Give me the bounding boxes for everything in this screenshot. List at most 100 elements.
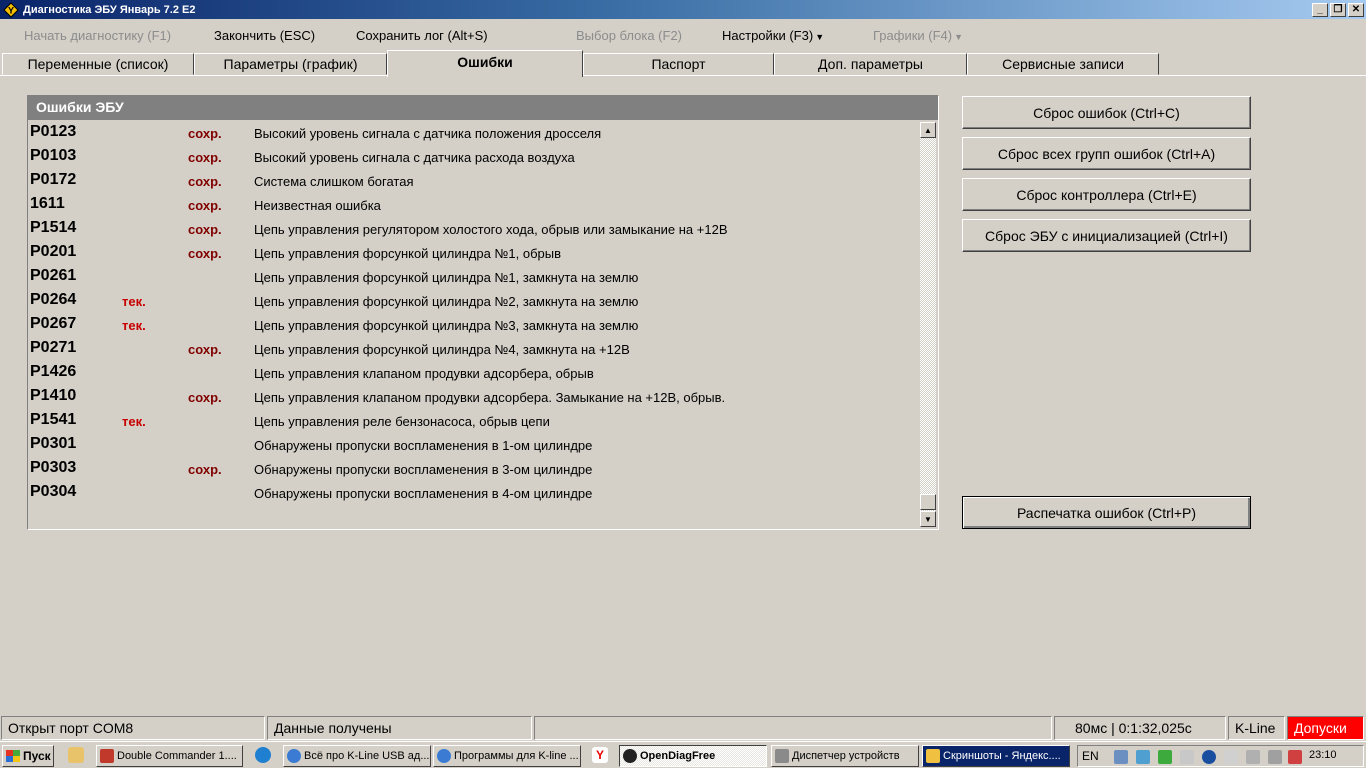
window-title: Диагностика ЭБУ Январь 7.2 E2: [23, 3, 196, 16]
error-row[interactable]: P1541 тек. Цепь управления реле бензонасос…: [28, 408, 919, 432]
language-indicator[interactable]: EN: [1082, 749, 1099, 763]
ecu-errors-panel: Ошибки ЭБУ P0123 сохр. Высокий уровень сиг…: [27, 95, 939, 530]
error-current-flag: тек.: [122, 318, 146, 333]
yandex-icon[interactable]: Y: [592, 747, 608, 763]
error-code: P0301: [30, 435, 77, 452]
error-row[interactable]: P1426 Цепь управления клапаном продувки а…: [28, 360, 919, 384]
task-kline-programs[interactable]: Программы для K-line ...: [433, 745, 581, 767]
security-alert-icon[interactable]: [1288, 750, 1302, 764]
task-opendiagfree[interactable]: OpenDiagFree: [619, 745, 767, 767]
reset-all-groups-button[interactable]: Сброс всех групп ошибок (Ctrl+A): [962, 137, 1251, 170]
tab-extra-parameters[interactable]: Доп. параметры: [774, 53, 967, 75]
status-empty: [534, 716, 1052, 740]
minimize-button[interactable]: _: [1312, 2, 1328, 17]
error-description: Цепь управления реле бензонасоса, обрыв …: [254, 414, 550, 429]
edge-icon[interactable]: [255, 747, 271, 763]
error-current-flag: тек.: [122, 294, 146, 309]
error-code: P1514: [30, 219, 77, 236]
error-code: P1541: [30, 411, 77, 428]
error-row[interactable]: P1514 сохр. Цепь управления регулятором хо…: [28, 216, 919, 240]
error-row[interactable]: 1611 сохр. Неизвестная ошибка: [28, 192, 919, 216]
task-label: Программы для K-line ...: [454, 750, 579, 762]
reset-controller-button[interactable]: Сброс контроллера (Ctrl+E): [962, 178, 1251, 211]
status-tolerances-badge[interactable]: Допуски: [1287, 716, 1364, 740]
select-block-button[interactable]: Выбор блока (F2): [576, 28, 682, 43]
task-label: Диспетчер устройств: [792, 750, 900, 762]
start-button[interactable]: Пуск: [2, 745, 54, 767]
caret-down-icon: ▼: [815, 32, 825, 42]
task-kline-usb[interactable]: Всё про K-Line USB ад...: [283, 745, 431, 767]
error-saved-flag: сохр.: [188, 390, 222, 405]
error-row[interactable]: P0172 сохр. Система слишком богатая: [28, 168, 919, 192]
settings-menu[interactable]: Настройки (F3) ▼: [722, 28, 824, 43]
error-description: Цепь управления клапаном продувки адсорб…: [254, 390, 726, 405]
clock: 23:10: [1309, 749, 1337, 761]
tabs-divider: [0, 75, 1366, 76]
system-tray: EN 23:10: [1077, 745, 1364, 767]
error-description: Обнаружены пропуски воспламенения в 3-ом…: [254, 462, 593, 477]
error-description: Цепь управления форсункой цилиндра №3, з…: [254, 318, 639, 333]
error-row[interactable]: P0103 сохр. Высокий уровень сигнала с датч…: [28, 144, 919, 168]
start-diagnostics-button[interactable]: Начать диагностику (F1): [24, 28, 171, 43]
task-double-commander[interactable]: Double Commander 1....: [96, 745, 243, 767]
folder-icon[interactable]: [68, 747, 84, 763]
error-row[interactable]: P0271 сохр. Цепь управления форсункой цили…: [28, 336, 919, 360]
reset-errors-button[interactable]: Сброс ошибок (Ctrl+C): [962, 96, 1251, 129]
error-description: Обнаружены пропуски воспламенения в 4-ом…: [254, 486, 593, 501]
error-row[interactable]: P0303 сохр. Обнаружены пропуски воспламене…: [28, 456, 919, 480]
status-timing: 80мс | 0:1:32,025c: [1054, 716, 1226, 740]
error-list[interactable]: P0123 сохр. Высокий уровень сигнала с датч…: [28, 120, 919, 504]
error-description: Цепь управления клапаном продувки адсорб…: [254, 366, 594, 381]
finish-button[interactable]: Закончить (ESC): [214, 28, 315, 43]
error-code: P1410: [30, 387, 77, 404]
tab-errors[interactable]: Ошибки: [387, 50, 583, 77]
close-button[interactable]: ✕: [1348, 2, 1364, 17]
browser-icon: [287, 749, 301, 763]
bluetooth-icon[interactable]: [1202, 750, 1216, 764]
volume-icon[interactable]: [1268, 750, 1282, 764]
task-label: Всё про K-Line USB ад...: [304, 750, 430, 762]
scroll-up-button[interactable]: ▲: [920, 122, 936, 138]
error-row[interactable]: P0304 Обнаружены пропуски воспламенения в…: [28, 480, 919, 504]
check-icon[interactable]: [1158, 750, 1172, 764]
error-code: P1426: [30, 363, 77, 380]
error-saved-flag: сохр.: [188, 126, 222, 141]
battery-icon[interactable]: [1224, 750, 1238, 764]
task-device-manager[interactable]: Диспетчер устройств: [771, 745, 919, 767]
vertical-scrollbar[interactable]: ▲ ▼: [920, 122, 936, 527]
disk-icon[interactable]: [1180, 750, 1194, 764]
tab-parameters-graph[interactable]: Параметры (график): [194, 53, 387, 75]
error-code: P0267: [30, 315, 77, 332]
network-icon[interactable]: [1114, 750, 1128, 764]
error-code: P0123: [30, 123, 77, 140]
task-screenshots[interactable]: Скриншоты - Яндекс....: [922, 745, 1070, 767]
error-code: P0172: [30, 171, 77, 188]
tab-variables-list[interactable]: Переменные (список): [2, 53, 194, 75]
graphs-menu[interactable]: Графики (F4) ▼: [873, 28, 963, 43]
monitor-icon[interactable]: [1136, 750, 1150, 764]
error-current-flag: тек.: [122, 414, 146, 429]
tab-passport[interactable]: Паспорт: [583, 53, 774, 75]
error-description: Цепь управления форсункой цилиндра №1, о…: [254, 246, 562, 261]
error-description: Неизвестная ошибка: [254, 198, 381, 213]
windows-logo-icon: [6, 750, 20, 762]
error-row[interactable]: P0301 Обнаружены пропуски воспламенения в…: [28, 432, 919, 456]
error-saved-flag: сохр.: [188, 150, 222, 165]
reset-ecu-init-button[interactable]: Сброс ЭБУ с инициализацией (Ctrl+I): [962, 219, 1251, 252]
svg-text:Y: Y: [8, 5, 14, 15]
error-row[interactable]: P0201 сохр. Цепь управления форсункой цили…: [28, 240, 919, 264]
signal-icon[interactable]: [1246, 750, 1260, 764]
tab-service-records[interactable]: Сервисные записи: [967, 53, 1159, 75]
toolbar: Начать диагностику (F1) Закончить (ESC) …: [0, 28, 1366, 48]
opendiag-icon: [623, 749, 637, 763]
error-row[interactable]: P0267 тек. Цепь управления форсункой цилин…: [28, 312, 919, 336]
print-errors-button[interactable]: Распечатка ошибок (Ctrl+P): [962, 496, 1251, 529]
restore-button[interactable]: ❐: [1330, 2, 1346, 17]
error-row[interactable]: P0123 сохр. Высокий уровень сигнала с датч…: [28, 120, 919, 144]
scroll-down-button[interactable]: ▼: [920, 511, 936, 527]
save-log-button[interactable]: Сохранить лог (Alt+S): [356, 28, 488, 43]
error-row[interactable]: P0264 тек. Цепь управления форсункой цилин…: [28, 288, 919, 312]
scroll-thumb[interactable]: [920, 494, 936, 510]
error-row[interactable]: P1410 сохр. Цепь управления клапаном проду…: [28, 384, 919, 408]
error-row[interactable]: P0261 Цепь управления форсункой цилиндра …: [28, 264, 919, 288]
